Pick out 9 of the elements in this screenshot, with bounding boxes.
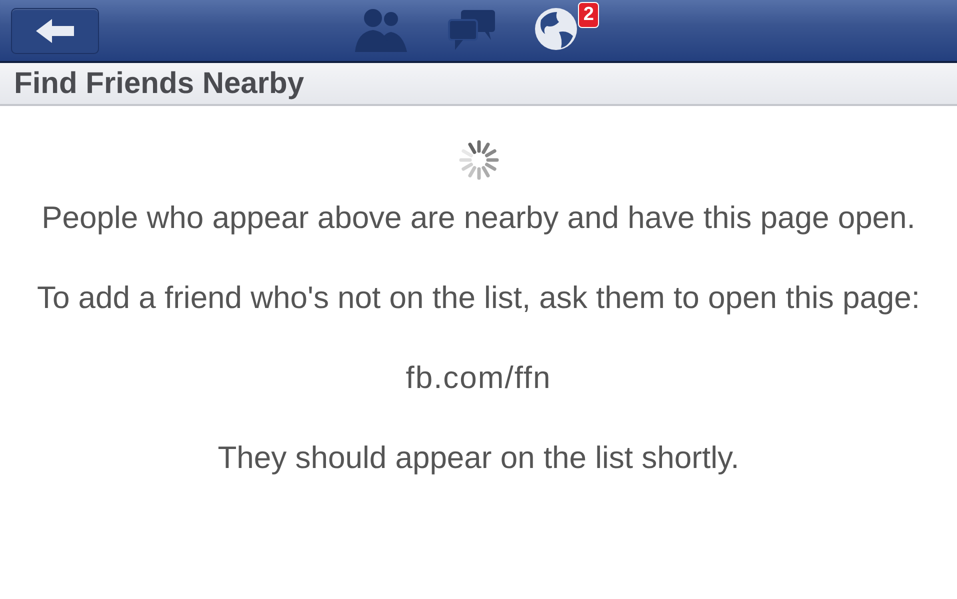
page-address: fb.com/ffn: [406, 359, 552, 397]
globe-icon[interactable]: [533, 6, 579, 52]
message-text: They should appear on the list shortly.: [218, 439, 740, 477]
message-text: To add a friend who's not on the list, ask them to open this page:: [36, 279, 920, 317]
back-arrow-icon: [34, 18, 76, 44]
notification-badge: 2: [578, 2, 599, 28]
back-button[interactable]: [11, 8, 99, 54]
section-title: Find Friends Nearby: [14, 66, 304, 100]
message-text: People who appear above are nearby and have this page open.: [42, 199, 916, 237]
